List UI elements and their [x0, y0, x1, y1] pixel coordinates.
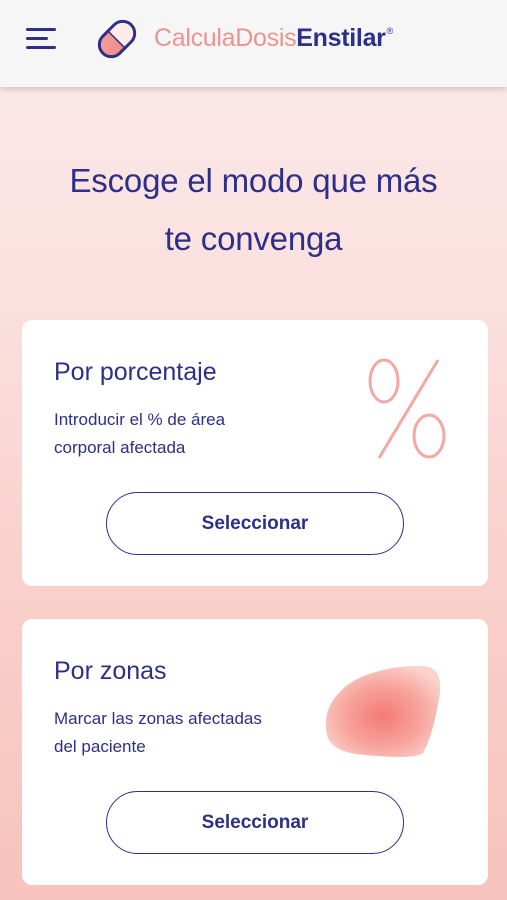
mode-card-percentage: Por porcentaje Introducir el % de área c…: [22, 320, 488, 586]
pill-logo-icon: [97, 19, 137, 59]
page-title: Escoge el modo que más te convenga: [20, 152, 487, 268]
hamburger-menu-icon[interactable]: [26, 28, 58, 50]
card-description: Introducir el % de área corporal afectad…: [54, 410, 226, 457]
registered-mark: ®: [386, 26, 394, 36]
card-title: Por porcentaje: [54, 358, 217, 386]
card-title: Por zonas: [54, 657, 167, 685]
select-zones-button[interactable]: Seleccionar: [106, 791, 404, 854]
card-description: Marcar las zonas afectadas del paciente: [54, 709, 262, 756]
select-percentage-button[interactable]: Seleccionar: [106, 492, 404, 555]
page-title-line-1: Escoge el modo que más: [69, 162, 438, 199]
brand-logo: CalculaDosis Enstilar ®: [154, 24, 393, 56]
brand-name-bold: Enstilar: [296, 24, 386, 52]
brand-name-light: CalculaDosis: [154, 24, 297, 52]
percent-icon: [368, 358, 446, 459]
body-zone-icon: [325, 665, 441, 757]
app-header: CalculaDosis Enstilar ®: [0, 0, 507, 87]
page-title-line-2: te convenga: [164, 220, 343, 257]
mode-card-zones: Por zonas Marcar las zonas afectadas del…: [22, 619, 488, 885]
